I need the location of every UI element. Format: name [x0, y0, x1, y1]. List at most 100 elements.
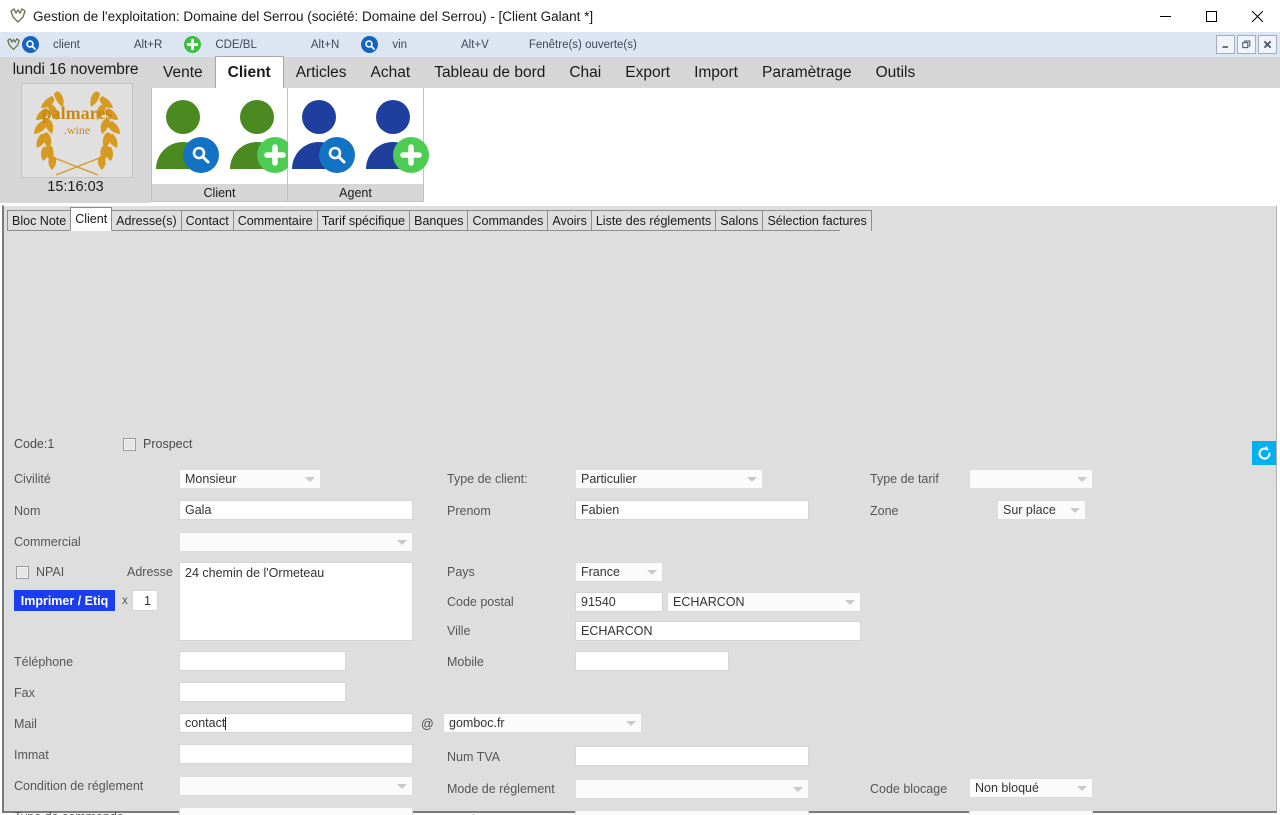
add-agent-icon[interactable]: [359, 97, 427, 175]
client-form-window: Bloc Note Client Adresse(s) Contact Comm…: [2, 205, 1277, 813]
npai-checkbox[interactable]: [16, 566, 29, 579]
tab-commandes[interactable]: Commandes: [467, 210, 548, 231]
tab-client-detail[interactable]: Client: [70, 207, 112, 231]
label-code-blocage: Code blocage: [870, 782, 947, 796]
code-postal-input[interactable]: [575, 592, 663, 612]
add-client-icon[interactable]: [223, 97, 291, 175]
telephone-input[interactable]: [179, 651, 346, 671]
label-prenom: Prenom: [447, 504, 491, 518]
search-client-icon[interactable]: [149, 97, 217, 175]
tab-export[interactable]: Export: [613, 57, 682, 88]
pays-select[interactable]: France: [575, 562, 663, 582]
label-condition-reglement: Condition de réglement: [14, 779, 143, 793]
tab-commentaire[interactable]: Commentaire: [233, 210, 318, 231]
ribbon-group-agent: Agent: [288, 88, 424, 202]
label-mode-reglement: Mode de réglement: [447, 782, 555, 796]
tab-outils[interactable]: Outils: [864, 57, 928, 88]
svg-text:palmares: palmares: [42, 103, 113, 123]
search-icon-client[interactable]: [22, 36, 39, 53]
tab-client[interactable]: Client: [215, 56, 284, 88]
tab-banques[interactable]: Banques: [409, 210, 468, 231]
prospect-checkbox[interactable]: [123, 438, 136, 451]
minimize-button[interactable]: [1142, 0, 1188, 32]
imprimer-qty-input[interactable]: 1: [132, 590, 158, 611]
chevron-down-icon: [305, 477, 315, 482]
fax-input[interactable]: [179, 682, 346, 702]
ribbon-group-title-agent: Agent: [288, 184, 423, 201]
tab-contact[interactable]: Contact: [181, 210, 234, 231]
chevron-down-icon: [397, 784, 407, 789]
tab-achat[interactable]: Achat: [359, 57, 423, 88]
ribbon-group-client: Client: [151, 88, 288, 202]
zone-select[interactable]: Sur place: [997, 500, 1086, 520]
chevron-down-icon: [845, 600, 855, 605]
search-badge-icon: [183, 137, 219, 173]
label-x: x: [122, 595, 128, 607]
label-code-postal: Code postal: [447, 595, 514, 609]
search-icon-vin[interactable]: [361, 36, 378, 53]
open-windows-label[interactable]: Fenêtre(s) ouverte(s): [529, 39, 637, 51]
search-agent-icon[interactable]: [285, 97, 353, 175]
label-num-tva: Num TVA: [447, 750, 500, 764]
condition-reglement-select[interactable]: [179, 776, 413, 796]
tab-articles[interactable]: Articles: [284, 57, 359, 88]
tab-avoirs[interactable]: Avoirs: [547, 210, 592, 231]
npai-checkbox-group[interactable]: NPAI: [16, 565, 64, 579]
prospect-checkbox-group[interactable]: Prospect: [123, 437, 192, 451]
label-civilite: Civilité: [14, 472, 51, 486]
code-blocage-select[interactable]: Non bloqué: [969, 778, 1093, 798]
tab-selection-factures[interactable]: Sélection factures: [762, 210, 871, 231]
application-window: Gestion de l'exploitation: Domaine del S…: [0, 0, 1280, 815]
tab-bloc-note[interactable]: Bloc Note: [7, 210, 71, 231]
label-mail: Mail: [14, 717, 37, 731]
stock-select[interactable]: [575, 810, 809, 815]
type-client-select[interactable]: Particulier: [575, 469, 763, 489]
ville-select[interactable]: ECHARCON: [667, 592, 861, 612]
label-type-client: Type de client:: [447, 472, 528, 486]
type-tarif-select[interactable]: [969, 469, 1093, 489]
quickbar-label-cde-bl: CDE/BL: [215, 39, 257, 51]
close-button[interactable]: [1234, 0, 1280, 32]
refresh-icon[interactable]: [1252, 441, 1276, 465]
code-blocage-value: Non bloqué: [975, 781, 1073, 795]
maximize-button[interactable]: [1188, 0, 1234, 32]
type-vente-select[interactable]: [969, 810, 1093, 815]
tab-vente[interactable]: Vente: [151, 57, 215, 88]
adresse-textarea[interactable]: [179, 562, 413, 641]
mdi-close-button[interactable]: [1258, 35, 1277, 54]
ville-input[interactable]: [575, 621, 861, 641]
mobile-input[interactable]: [575, 651, 729, 671]
tab-import[interactable]: Import: [682, 57, 750, 88]
ribbon-body: Client: [151, 88, 1280, 203]
chevron-down-icon: [626, 721, 636, 726]
plus-icon-cde-bl[interactable]: [184, 36, 201, 53]
mail-input[interactable]: contact: [179, 713, 413, 733]
num-tva-input[interactable]: [575, 746, 809, 766]
label-ville: Ville: [447, 624, 470, 638]
immat-input[interactable]: [179, 744, 413, 764]
civilite-select[interactable]: Monsieur: [179, 469, 321, 489]
commercial-select[interactable]: [179, 532, 413, 552]
pays-value: France: [581, 565, 643, 579]
label-type-commande: Type de commande: [14, 810, 124, 815]
tab-salons[interactable]: Salons: [715, 210, 763, 231]
mdi-minimize-button[interactable]: [1216, 35, 1235, 54]
tab-adresses[interactable]: Adresse(s): [111, 210, 181, 231]
imprimer-etiq-button[interactable]: Imprimer / Etiq: [14, 590, 115, 611]
tab-tarif-specifique[interactable]: Tarif spécifique: [317, 210, 410, 231]
type-commande-select[interactable]: [179, 807, 413, 815]
current-time: 15:16:03: [0, 179, 151, 195]
chevron-down-icon: [793, 787, 803, 792]
label-adresse: Adresse: [127, 565, 173, 579]
tab-chai[interactable]: Chai: [557, 57, 613, 88]
tab-parametrage[interactable]: Paramètrage: [750, 57, 864, 88]
mode-reglement-select[interactable]: [575, 779, 809, 799]
tab-liste-reglements[interactable]: Liste des réglements: [591, 210, 716, 231]
tab-tableau-de-bord[interactable]: Tableau de bord: [422, 57, 557, 88]
quickbar-logo-icon: [5, 36, 22, 53]
nom-input[interactable]: [179, 500, 413, 520]
chevron-down-icon: [647, 570, 657, 575]
prenom-input[interactable]: [575, 500, 809, 520]
mail-domain-select[interactable]: gomboc.fr: [443, 713, 642, 733]
mdi-restore-button[interactable]: [1237, 35, 1256, 54]
